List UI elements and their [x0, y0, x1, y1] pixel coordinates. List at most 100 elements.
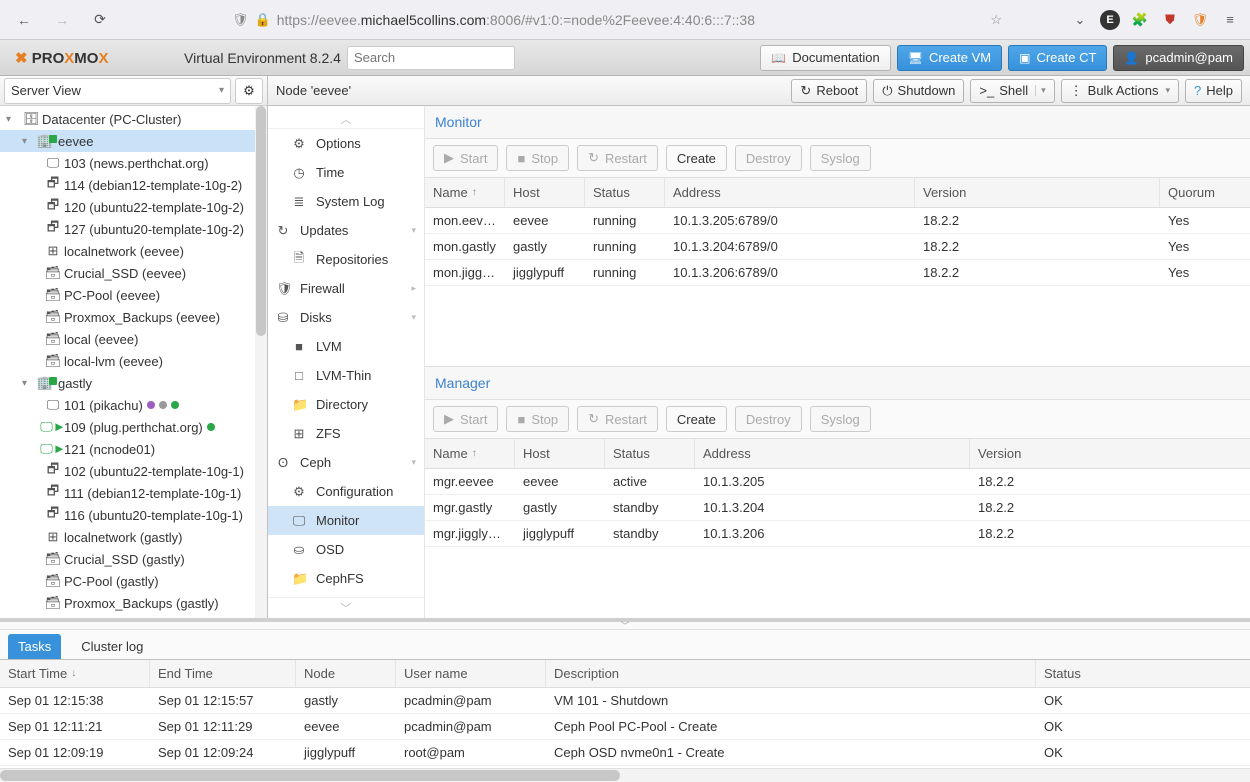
shield2-icon[interactable]: 🛡 [1190, 10, 1210, 30]
col-status[interactable]: Status [605, 439, 695, 468]
col-status[interactable]: Status [1036, 660, 1250, 687]
create-button[interactable]: Create [666, 145, 727, 171]
cfg-monitor[interactable]: 🖵Monitor [268, 506, 424, 535]
tree-item[interactable]: 🗗120 (ubuntu22-template-10g-2) [0, 196, 267, 218]
cfg-disks[interactable]: ⛁Disks▾ [268, 303, 424, 332]
tree-item[interactable]: 🗃Proxmox_Backups (eevee) [0, 306, 267, 328]
ublock-icon[interactable]: ⛊ [1160, 10, 1180, 30]
bottom-scrollbar[interactable] [0, 768, 1250, 782]
cfg-osd[interactable]: ⛀OSD [268, 535, 424, 564]
syslog-button[interactable]: Syslog [810, 406, 871, 432]
table-row[interactable]: Sep 01 12:09:19 Sep 01 12:09:24 jigglypu… [0, 740, 1250, 766]
create-button[interactable]: Create [666, 406, 727, 432]
table-row[interactable]: mon.jigg… jigglypuff running 10.1.3.206:… [425, 260, 1250, 286]
col-name[interactable]: Name↑ [425, 178, 505, 207]
table-row[interactable]: Sep 01 12:11:21 Sep 01 12:11:29 eevee pc… [0, 714, 1250, 740]
reboot-button[interactable]: ↻Reboot [791, 79, 867, 103]
create-ct-button[interactable]: ▣Create CT [1008, 45, 1107, 71]
start-button[interactable]: ▶Start [433, 406, 498, 432]
col-host[interactable]: Host [515, 439, 605, 468]
cfg-ceph[interactable]: ʘCeph▾ [268, 448, 424, 477]
cfg-zfs[interactable]: ⊞ZFS [268, 419, 424, 448]
extension-e-icon[interactable]: E [1100, 10, 1120, 30]
col-start[interactable]: Start Time↓ [0, 660, 150, 687]
col-quorum[interactable]: Quorum [1160, 178, 1250, 207]
tree-node-eevee[interactable]: ▾🏢eevee [0, 130, 267, 152]
documentation-button[interactable]: 📖Documentation [760, 45, 890, 71]
tab-cluster-log[interactable]: Cluster log [71, 634, 153, 659]
tree-item[interactable]: 🗗116 (ubuntu20-template-10g-1) [0, 504, 267, 526]
destroy-button[interactable]: Destroy [735, 406, 802, 432]
tree-item[interactable]: ⊞localnetwork (gastly) [0, 526, 267, 548]
star-icon[interactable]: ☆ [990, 12, 1002, 28]
col-name[interactable]: Name↑ [425, 439, 515, 468]
shell-button[interactable]: >_Shell▾ [970, 79, 1054, 103]
bulk-actions-button[interactable]: ⋮Bulk Actions▾ [1061, 79, 1179, 103]
tree-item[interactable]: 🗃local (eevee) [0, 328, 267, 350]
tree-item[interactable]: 🗃PC-Pool (gastly) [0, 570, 267, 592]
tree-node-gastly[interactable]: ▾🏢gastly [0, 372, 267, 394]
table-row[interactable]: mgr.jiggly… jigglypuff standby 10.1.3.20… [425, 521, 1250, 547]
tree-datacenter[interactable]: ▾🗄Datacenter (PC-Cluster) [0, 108, 267, 130]
shutdown-button[interactable]: ⏻Shutdown [873, 79, 964, 103]
table-row[interactable]: Sep 01 12:15:38 Sep 01 12:15:57 gastly p… [0, 688, 1250, 714]
cfg-repos[interactable]: 🗎Repositories [268, 245, 424, 274]
tree-item[interactable]: ⊞localnetwork (eevee) [0, 240, 267, 262]
col-version[interactable]: Version [970, 439, 1250, 468]
menu-icon[interactable]: ≡ [1220, 10, 1240, 30]
cfg-syslog[interactable]: ≣System Log [268, 187, 424, 216]
col-address[interactable]: Address [695, 439, 970, 468]
col-version[interactable]: Version [915, 178, 1160, 207]
extensions-icon[interactable]: 🧩 [1130, 10, 1150, 30]
address-bar[interactable]: 🛡 🔒 https://eevee.michael5collins.com:80… [224, 5, 1010, 35]
cfg-directory[interactable]: 📁Directory [268, 390, 424, 419]
tree-item[interactable]: 🗃Proxmox_Backups (gastly) [0, 592, 267, 614]
scroll-down-icon[interactable]: ﹀ [268, 597, 424, 618]
cfg-cephfs[interactable]: 📁CephFS [268, 564, 424, 593]
create-vm-button[interactable]: 🖥Create VM [897, 45, 1002, 71]
restart-button[interactable]: ↻Restart [577, 145, 658, 171]
tree-item[interactable]: 🗃Crucial_SSD (gastly) [0, 548, 267, 570]
tree-item[interactable]: 🗗102 (ubuntu22-template-10g-1) [0, 460, 267, 482]
help-button[interactable]: ?Help [1185, 79, 1242, 103]
stop-button[interactable]: ■Stop [506, 406, 569, 432]
gear-button[interactable]: ⚙ [235, 78, 263, 104]
table-row[interactable]: mon.gastly gastly running 10.1.3.204:678… [425, 234, 1250, 260]
syslog-button[interactable]: Syslog [810, 145, 871, 171]
col-address[interactable]: Address [665, 178, 915, 207]
tree-item[interactable]: 🗗111 (debian12-template-10g-1) [0, 482, 267, 504]
tree-item[interactable]: 🗗127 (ubuntu20-template-10g-2) [0, 218, 267, 240]
cfg-options[interactable]: ⚙Options [268, 129, 424, 158]
forward-button[interactable]: → [48, 6, 76, 34]
tree-item[interactable]: 🖵101 (pikachu) [0, 394, 267, 416]
cfg-config[interactable]: ⚙Configuration [268, 477, 424, 506]
server-view-select[interactable]: Server View▾ [4, 78, 231, 104]
tree-item[interactable]: 🗃local-lvm (eevee) [0, 350, 267, 372]
restart-button[interactable]: ↻Restart [577, 406, 658, 432]
tree-item[interactable]: 🗃Crucial_SSD (eevee) [0, 262, 267, 284]
pocket-icon[interactable]: ⌄ [1070, 10, 1090, 30]
reload-button[interactable]: ⟳ [86, 6, 114, 34]
tab-tasks[interactable]: Tasks [8, 634, 61, 659]
cfg-time[interactable]: ◷Time [268, 158, 424, 187]
tree-scrollbar[interactable] [255, 106, 267, 618]
cfg-updates[interactable]: ↻Updates▾ [268, 216, 424, 245]
destroy-button[interactable]: Destroy [735, 145, 802, 171]
table-row[interactable]: mgr.eevee eevee active 10.1.3.205 18.2.2 [425, 469, 1250, 495]
back-button[interactable]: ← [10, 6, 38, 34]
table-row[interactable]: mgr.gastly gastly standby 10.1.3.204 18.… [425, 495, 1250, 521]
tree-item[interactable]: 🖵103 (news.perthchat.org) [0, 152, 267, 174]
user-menu-button[interactable]: 👤pcadmin@pam [1113, 45, 1244, 71]
resource-tree[interactable]: ▾🗄Datacenter (PC-Cluster) ▾🏢eevee 🖵103 (… [0, 106, 267, 618]
cfg-firewall[interactable]: 🛡Firewall▸ [268, 274, 424, 303]
col-status[interactable]: Status [585, 178, 665, 207]
tree-item[interactable]: 🗗114 (debian12-template-10g-2) [0, 174, 267, 196]
scroll-up-icon[interactable]: ︿ [268, 110, 424, 129]
tree-item[interactable]: 🖵►109 (plug.perthchat.org) [0, 416, 267, 438]
stop-button[interactable]: ■Stop [506, 145, 569, 171]
table-row[interactable]: mon.eev… eevee running 10.1.3.205:6789/0… [425, 208, 1250, 234]
col-end[interactable]: End Time [150, 660, 296, 687]
col-host[interactable]: Host [505, 178, 585, 207]
tree-item[interactable]: 🗃PC-Pool (eevee) [0, 284, 267, 306]
cfg-lvmthin[interactable]: □LVM-Thin [268, 361, 424, 390]
